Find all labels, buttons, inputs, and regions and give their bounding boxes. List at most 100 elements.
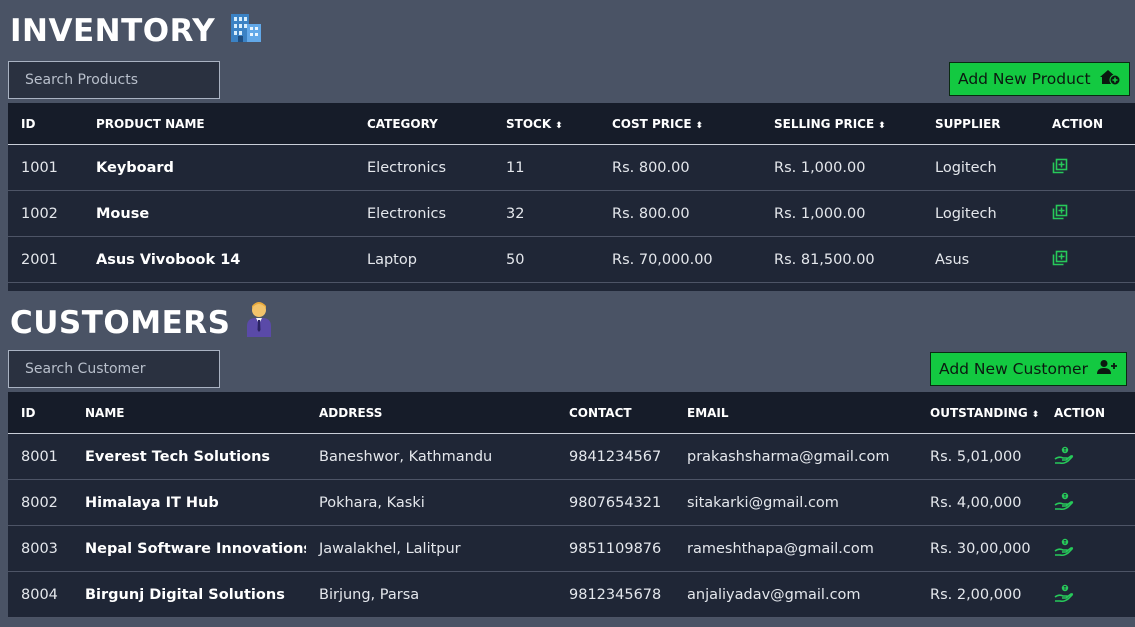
cell-id: 8004 <box>8 571 72 618</box>
col-name: NAME <box>72 392 306 434</box>
cell-category: Electronics <box>354 144 493 191</box>
inventory-title: INVENTORY <box>10 10 263 52</box>
col-contact: CONTACT <box>556 392 674 434</box>
customers-title-text: CUSTOMERS <box>10 305 231 341</box>
search-customer-input[interactable] <box>8 350 220 388</box>
cell-address: Birjung, Parsa <box>306 571 556 618</box>
cell-selling-price: Rs. 1,000.00 <box>761 190 922 237</box>
cell-stock: 32 <box>493 190 599 237</box>
col-id: ID <box>8 103 83 145</box>
cell-category: Laptop <box>354 236 493 283</box>
col-supplier: SUPPLIER <box>922 103 1039 145</box>
sort-icon[interactable]: ⬍ <box>878 121 886 131</box>
inventory-header-row: ID PRODUCT NAME CATEGORY STOCK ⬍ COST PRI… <box>8 103 1135 145</box>
cell-outstanding: Rs. 30,00,000 <box>917 525 1041 572</box>
cell-product-name: Keyboard <box>83 144 354 191</box>
search-products-input[interactable] <box>8 61 220 99</box>
cell-category: Electronics <box>354 190 493 237</box>
cell-outstanding: Rs. 4,00,000 <box>917 479 1041 526</box>
cell-id: 1002 <box>8 190 83 237</box>
col-email: EMAIL <box>674 392 917 434</box>
cell-cost-price: Rs. 70,000.00 <box>599 236 761 283</box>
col-address: ADDRESS <box>306 392 556 434</box>
cell-outstanding: Rs. 2,00,000 <box>917 571 1041 618</box>
cell-address: Jawalakhel, Lalitpur <box>306 525 556 572</box>
table-row: 8001 Everest Tech Solutions Baneshwor, K… <box>8 433 1135 480</box>
cell-email: anjaliyadav@gmail.com <box>674 571 917 618</box>
customers-title: CUSTOMERS <box>10 300 274 346</box>
receive-payment-icon[interactable] <box>1054 445 1074 469</box>
cell-name: Nepal Software Innovations <box>72 525 306 572</box>
col-cost-price[interactable]: COST PRICE ⬍ <box>599 103 761 145</box>
receive-payment-icon[interactable] <box>1054 583 1074 607</box>
add-user-icon <box>1096 359 1118 379</box>
inventory-title-text: INVENTORY <box>10 13 216 49</box>
table-row: 1001 Keyboard Electronics 11 Rs. 800.00 … <box>8 144 1135 191</box>
table-row: 1002 Mouse Electronics 32 Rs. 800.00 Rs.… <box>8 190 1135 237</box>
cell-id: 8003 <box>8 525 72 572</box>
table-row-spacer <box>8 283 1135 292</box>
col-category: CATEGORY <box>354 103 493 145</box>
cell-name: Himalaya IT Hub <box>72 479 306 526</box>
sort-icon[interactable]: ⬍ <box>555 121 563 131</box>
cell-id: 8001 <box>8 433 72 480</box>
cell-stock: 50 <box>493 236 599 283</box>
add-stock-icon[interactable] <box>1052 158 1068 178</box>
receive-payment-icon[interactable] <box>1054 491 1074 515</box>
inventory-table: ID PRODUCT NAME CATEGORY STOCK ⬍ COST PRI… <box>8 103 1135 291</box>
table-row: 8003 Nepal Software Innovations Jawalakh… <box>8 525 1135 572</box>
cell-name: Birgunj Digital Solutions <box>72 571 306 618</box>
cell-id: 1001 <box>8 144 83 191</box>
customers-table: ID NAME ADDRESS CONTACT EMAIL OUTSTANDIN… <box>8 392 1135 618</box>
cell-id: 2001 <box>8 236 83 283</box>
cell-email: sitakarki@gmail.com <box>674 479 917 526</box>
cell-email: prakashsharma@gmail.com <box>674 433 917 480</box>
col-action: ACTION <box>1041 392 1135 434</box>
cell-cost-price: Rs. 800.00 <box>599 144 761 191</box>
add-new-customer-label: Add New Customer <box>939 360 1088 378</box>
sort-icon[interactable]: ⬍ <box>696 121 704 131</box>
col-outstanding-label: OUTSTANDING <box>930 405 1028 420</box>
cell-supplier: Asus <box>922 236 1039 283</box>
add-new-product-button[interactable]: Add New Product <box>949 62 1130 96</box>
cell-stock: 11 <box>493 144 599 191</box>
cell-supplier: Logitech <box>922 144 1039 191</box>
cell-outstanding: Rs. 5,01,000 <box>917 433 1041 480</box>
col-action: ACTION <box>1039 103 1135 145</box>
cell-selling-price: Rs. 1,000.00 <box>761 144 922 191</box>
sort-icon[interactable]: ⬍ <box>1032 410 1040 420</box>
cell-product-name: Asus Vivobook 14 <box>83 236 354 283</box>
table-row: 8002 Himalaya IT Hub Pokhara, Kaski 9807… <box>8 479 1135 526</box>
cell-id: 8002 <box>8 479 72 526</box>
col-id: ID <box>8 392 72 434</box>
cell-cost-price: Rs. 800.00 <box>599 190 761 237</box>
cell-product-name: Mouse <box>83 190 354 237</box>
businessman-icon <box>244 300 274 346</box>
office-building-icon <box>229 10 263 52</box>
add-stock-icon[interactable] <box>1052 204 1068 224</box>
add-new-product-label: Add New Product <box>958 70 1091 88</box>
cell-name: Everest Tech Solutions <box>72 433 306 480</box>
cell-email: rameshthapa@gmail.com <box>674 525 917 572</box>
col-cost-price-label: COST PRICE <box>612 116 692 131</box>
receive-payment-icon[interactable] <box>1054 537 1074 561</box>
cell-contact: 9851109876 <box>556 525 674 572</box>
col-selling-price[interactable]: SELLING PRICE ⬍ <box>761 103 922 145</box>
col-stock[interactable]: STOCK ⬍ <box>493 103 599 145</box>
cell-address: Baneshwor, Kathmandu <box>306 433 556 480</box>
cell-address: Pokhara, Kaski <box>306 479 556 526</box>
cell-contact: 9807654321 <box>556 479 674 526</box>
cell-selling-price: Rs. 81,500.00 <box>761 236 922 283</box>
cell-contact: 9841234567 <box>556 433 674 480</box>
col-outstanding[interactable]: OUTSTANDING ⬍ <box>917 392 1041 434</box>
add-new-customer-button[interactable]: Add New Customer <box>930 352 1127 386</box>
col-selling-price-label: SELLING PRICE <box>774 116 875 131</box>
add-product-icon <box>1099 68 1121 90</box>
add-stock-icon[interactable] <box>1052 250 1068 270</box>
col-product-name: PRODUCT NAME <box>83 103 354 145</box>
customers-header-row: ID NAME ADDRESS CONTACT EMAIL OUTSTANDIN… <box>8 392 1135 434</box>
col-stock-label: STOCK <box>506 116 552 131</box>
cell-supplier: Logitech <box>922 190 1039 237</box>
table-row: 2001 Asus Vivobook 14 Laptop 50 Rs. 70,0… <box>8 236 1135 283</box>
table-row: 8004 Birgunj Digital Solutions Birjung, … <box>8 571 1135 618</box>
